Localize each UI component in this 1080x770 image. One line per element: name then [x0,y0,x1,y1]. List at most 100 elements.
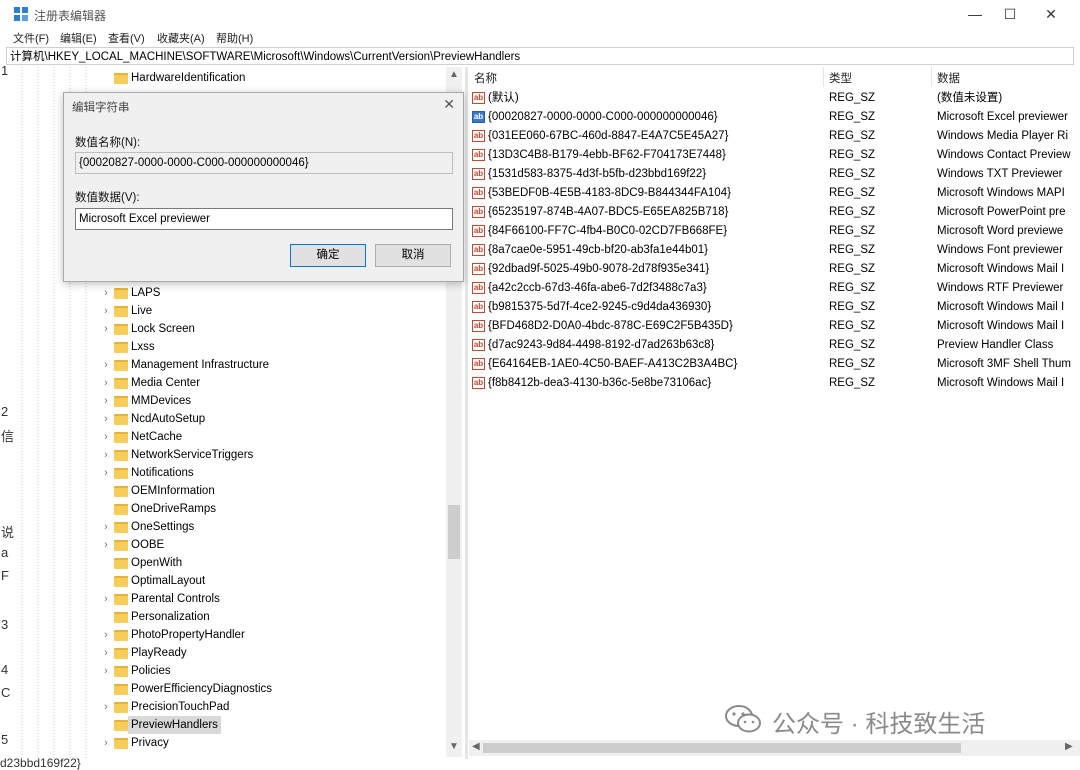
chevron-right-icon[interactable]: › [101,392,111,410]
value-data: Windows Media Player Ri [937,130,1069,142]
tree-item-selected[interactable]: PreviewHandlers [0,716,446,734]
chevron-right-icon[interactable]: › [101,284,111,302]
dialog-close-icon[interactable]: ✕ [443,96,455,113]
tree-item-label: Lock Screen [131,323,195,335]
chevron-right-icon[interactable]: › [101,518,111,536]
chevron-right-icon[interactable]: › [101,662,111,680]
value-row[interactable]: ab {13D3C4B8-B179-4ebb-BF62-F704173E7448}… [469,146,1080,165]
tree-item[interactable]: › OOBE [0,536,446,554]
chevron-right-icon[interactable]: › [101,446,111,464]
close-button[interactable]: ✕ [1036,4,1066,24]
value-row[interactable]: ab {E64164EB-1AE0-4C50-BAEF-A413C2B3A4BC}… [469,355,1080,374]
value-row[interactable]: ab {a42c2ccb-67d3-46fa-abe6-7d2f3488c7a3}… [469,279,1080,298]
tree-item[interactable]: › Media Center [0,374,446,392]
cancel-button[interactable]: 取消 [375,244,451,267]
chevron-right-icon[interactable]: › [101,626,111,644]
value-name: {92dbad9f-5025-49b0-9078-2d78f935e341} [488,263,710,275]
folder-icon [114,558,128,569]
scroll-right-arrow-icon[interactable]: ▶ [1065,741,1073,752]
value-row[interactable]: ab {b9815375-5d7f-4ce2-9245-c9d4da436930}… [469,298,1080,317]
ok-button[interactable]: 确定 [290,244,366,267]
value-type: REG_SZ [829,206,876,218]
value-name: {1531d583-8375-4d3f-b5fb-d23bbd169f22} [488,168,707,180]
value-data-input[interactable]: Microsoft Excel previewer [75,208,453,230]
value-row[interactable]: ab {92dbad9f-5025-49b0-9078-2d78f935e341}… [469,260,1080,279]
tree-item[interactable]: › NetCache [0,428,446,446]
chevron-right-icon[interactable]: › [101,302,111,320]
folder-icon [114,432,128,443]
menu-edit[interactable]: 编辑(E) [60,30,97,46]
menu-file[interactable]: 文件(F) [13,30,49,46]
value-row[interactable]: ab (默认) REG_SZ (数值未设置) [469,89,1080,108]
tree-item[interactable]: PowerEfficiencyDiagnostics [0,680,446,698]
list-horizontal-scrollbar[interactable]: ◀ ▶ [469,740,1080,756]
tree-scroll-thumb[interactable] [448,505,460,559]
tree-item[interactable]: › PhotoPropertyHandler [0,626,446,644]
tree-item[interactable]: › MMDevices [0,392,446,410]
tree-item-label: OneSettings [131,521,195,533]
column-header-type[interactable]: 类型 [829,70,852,86]
pane-splitter[interactable] [465,67,468,759]
column-separator[interactable] [931,67,932,87]
tree-item[interactable]: › PlayReady [0,644,446,662]
chevron-right-icon[interactable]: › [101,410,111,428]
maximize-button[interactable]: ☐ [995,4,1025,24]
column-header-name[interactable]: 名称 [474,70,497,86]
scroll-up-arrow-icon[interactable]: ▲ [446,69,462,80]
value-row[interactable]: ab {84F66100-FF7C-4fb4-B0C0-02CD7FB668FE}… [469,222,1080,241]
value-row[interactable]: ab {f8b8412b-dea3-4130-b36c-5e8be73106ac}… [469,374,1080,393]
value-row[interactable]: ab {BFD468D2-D0A0-4bdc-878C-E69C2F5B435D}… [469,317,1080,336]
tree-item[interactable]: OneDriveRamps [0,500,446,518]
chevron-right-icon[interactable]: › [101,428,111,446]
chevron-right-icon[interactable]: › [101,734,111,752]
chevron-right-icon[interactable]: › [101,536,111,554]
value-type: REG_SZ [829,339,876,351]
value-row[interactable]: ab {d7ac9243-9d84-4498-8192-d7ad263b63c8}… [469,336,1080,355]
scroll-down-arrow-icon[interactable]: ▼ [446,741,462,752]
folder-icon [114,486,128,497]
minimize-button[interactable]: — [960,4,990,24]
tree-item[interactable]: › NetworkServiceTriggers [0,446,446,464]
tree-item[interactable]: › OneSettings [0,518,446,536]
chevron-right-icon[interactable]: › [101,464,111,482]
tree-item[interactable]: › Privacy [0,734,446,752]
tree-item[interactable]: Personalization [0,608,446,626]
tree-item[interactable]: › NcdAutoSetup [0,410,446,428]
tree-item[interactable]: › Parental Controls [0,590,446,608]
tree-item[interactable]: HardwareIdentification [0,69,446,87]
tree-item[interactable]: › Lock Screen [0,320,446,338]
list-scroll-thumb[interactable] [483,743,961,753]
tree-item[interactable]: › Live [0,302,446,320]
column-header-data[interactable]: 数据 [937,70,960,86]
tree-item[interactable]: › Notifications [0,464,446,482]
tree-item[interactable]: Lxss [0,338,446,356]
tree-item[interactable]: › Policies [0,662,446,680]
menu-view[interactable]: 查看(V) [108,30,145,46]
value-row[interactable]: ab {031EE060-67BC-460d-8847-E4A7C5E45A27}… [469,127,1080,146]
menu-help[interactable]: 帮助(H) [216,30,253,46]
tree-item[interactable]: OptimalLayout [0,572,446,590]
value-row[interactable]: ab {00020827-0000-0000-C000-000000000046}… [469,108,1080,127]
column-separator[interactable] [823,67,824,87]
value-row[interactable]: ab {1531d583-8375-4d3f-b5fb-d23bbd169f22}… [469,165,1080,184]
value-row[interactable]: ab {65235197-874B-4A07-BDC5-E65EA825B718}… [469,203,1080,222]
value-type: REG_SZ [829,358,876,370]
value-type: REG_SZ [829,225,876,237]
tree-item[interactable]: › Management Infrastructure [0,356,446,374]
chevron-right-icon[interactable]: › [101,590,111,608]
chevron-right-icon[interactable]: › [101,698,111,716]
value-row[interactable]: ab {8a7cae0e-5951-49cb-bf20-ab3fa1e44b01}… [469,241,1080,260]
scroll-left-arrow-icon[interactable]: ◀ [472,741,480,752]
chevron-right-icon[interactable]: › [101,356,111,374]
tree-item[interactable]: OpenWith [0,554,446,572]
chevron-right-icon[interactable]: › [101,644,111,662]
tree-item[interactable]: OEMInformation [0,482,446,500]
tree-item[interactable]: › LAPS [0,284,446,302]
menu-favorites[interactable]: 收藏夹(A) [157,30,205,46]
chevron-right-icon[interactable]: › [101,374,111,392]
value-row[interactable]: ab {53BEDF0B-4E5B-4183-8DC9-B844344FA104}… [469,184,1080,203]
tree-item-label: NcdAutoSetup [131,413,206,425]
tree-item[interactable]: › PrecisionTouchPad [0,698,446,716]
address-bar[interactable]: 计算机\HKEY_LOCAL_MACHINE\SOFTWARE\Microsof… [6,47,1074,65]
chevron-right-icon[interactable]: › [101,320,111,338]
